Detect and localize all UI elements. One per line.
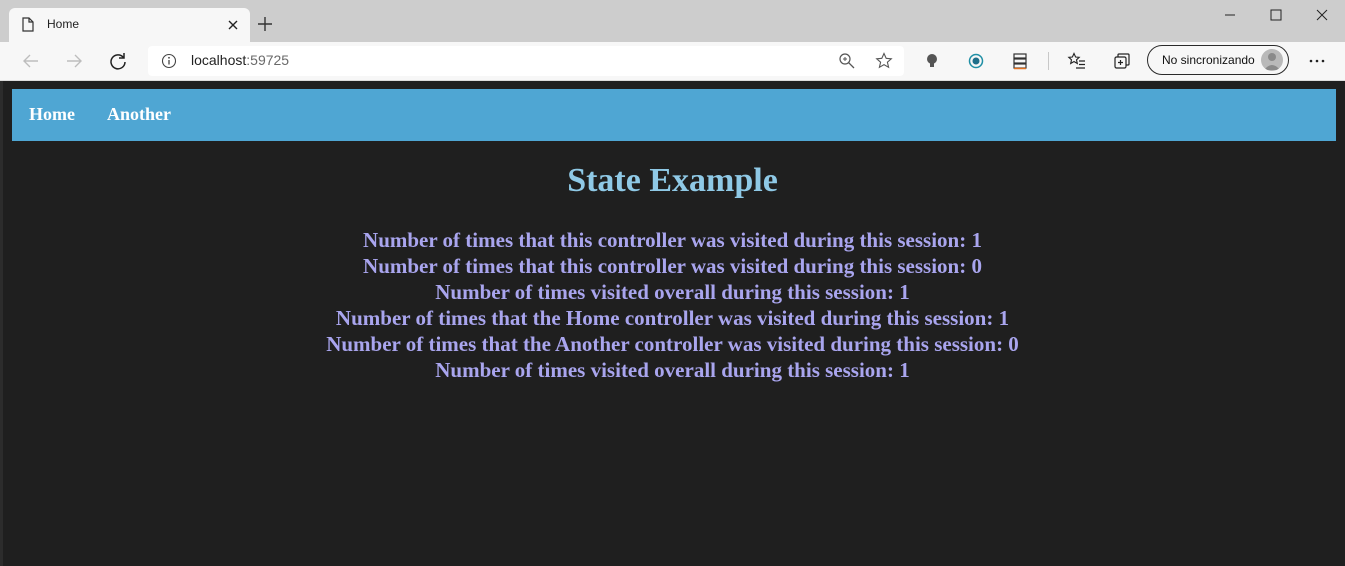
browser-window: Home localhost:59725 No sincronizando Ho…	[0, 0, 1345, 566]
collections-icon[interactable]	[1112, 51, 1132, 71]
stat-line-another-controller-visits: Number of times that the Another control…	[326, 332, 1019, 356]
url-port: :59725	[246, 52, 290, 68]
tab-home[interactable]: Home	[9, 8, 250, 42]
toolbar-separator	[1048, 52, 1049, 70]
lightbulb-extension-icon[interactable]	[922, 51, 942, 71]
url-host: localhost	[191, 52, 247, 68]
address-bar[interactable]: localhost:59725	[148, 46, 904, 76]
favorites-list-icon[interactable]	[1067, 51, 1087, 71]
url-text[interactable]: localhost:59725	[191, 52, 289, 68]
close-icon[interactable]	[226, 18, 240, 32]
server-extension-icon[interactable]	[1010, 51, 1030, 71]
refresh-icon[interactable]	[108, 51, 128, 71]
stat-line-controller-visits-other: Number of times that this controller was…	[363, 254, 982, 278]
maximize-icon[interactable]	[1268, 6, 1284, 22]
stat-line-controller-visits: Number of times that this controller was…	[363, 228, 982, 252]
page-title: State Example	[567, 162, 778, 199]
nav-link-home[interactable]: Home	[29, 104, 75, 125]
profile-button[interactable]: No sincronizando	[1147, 45, 1289, 75]
visit-stats: Number of times that this controller was…	[0, 227, 1345, 383]
minimize-icon[interactable]	[1222, 6, 1238, 22]
page-content: Home Another State Example Number of tim…	[0, 81, 1345, 566]
tab-strip: Home	[0, 0, 1345, 42]
info-icon[interactable]	[161, 53, 177, 69]
forward-arrow-icon[interactable]	[64, 51, 84, 71]
more-options-icon[interactable]	[1307, 51, 1327, 71]
stat-line-home-controller-visits: Number of times that the Home controller…	[335, 306, 1010, 330]
record-extension-icon[interactable]	[966, 51, 986, 71]
new-tab-plus-icon[interactable]	[257, 16, 273, 32]
stat-line-overall-visits: Number of times visited overall during t…	[435, 280, 910, 304]
browser-toolbar: localhost:59725 No sincronizando	[0, 42, 1345, 81]
nav-link-another[interactable]: Another	[107, 104, 171, 125]
favorite-star-icon[interactable]	[875, 52, 893, 70]
document-icon	[22, 17, 34, 32]
zoom-icon[interactable]	[838, 52, 856, 70]
tab-title: Home	[47, 17, 80, 31]
site-navbar: Home Another	[12, 89, 1336, 141]
stat-line-overall-visits-repeat: Number of times visited overall during t…	[435, 358, 910, 382]
window-close-icon[interactable]	[1314, 6, 1330, 22]
avatar	[1261, 49, 1283, 71]
profile-label: No sincronizando	[1162, 53, 1255, 67]
back-arrow-icon[interactable]	[21, 51, 41, 71]
